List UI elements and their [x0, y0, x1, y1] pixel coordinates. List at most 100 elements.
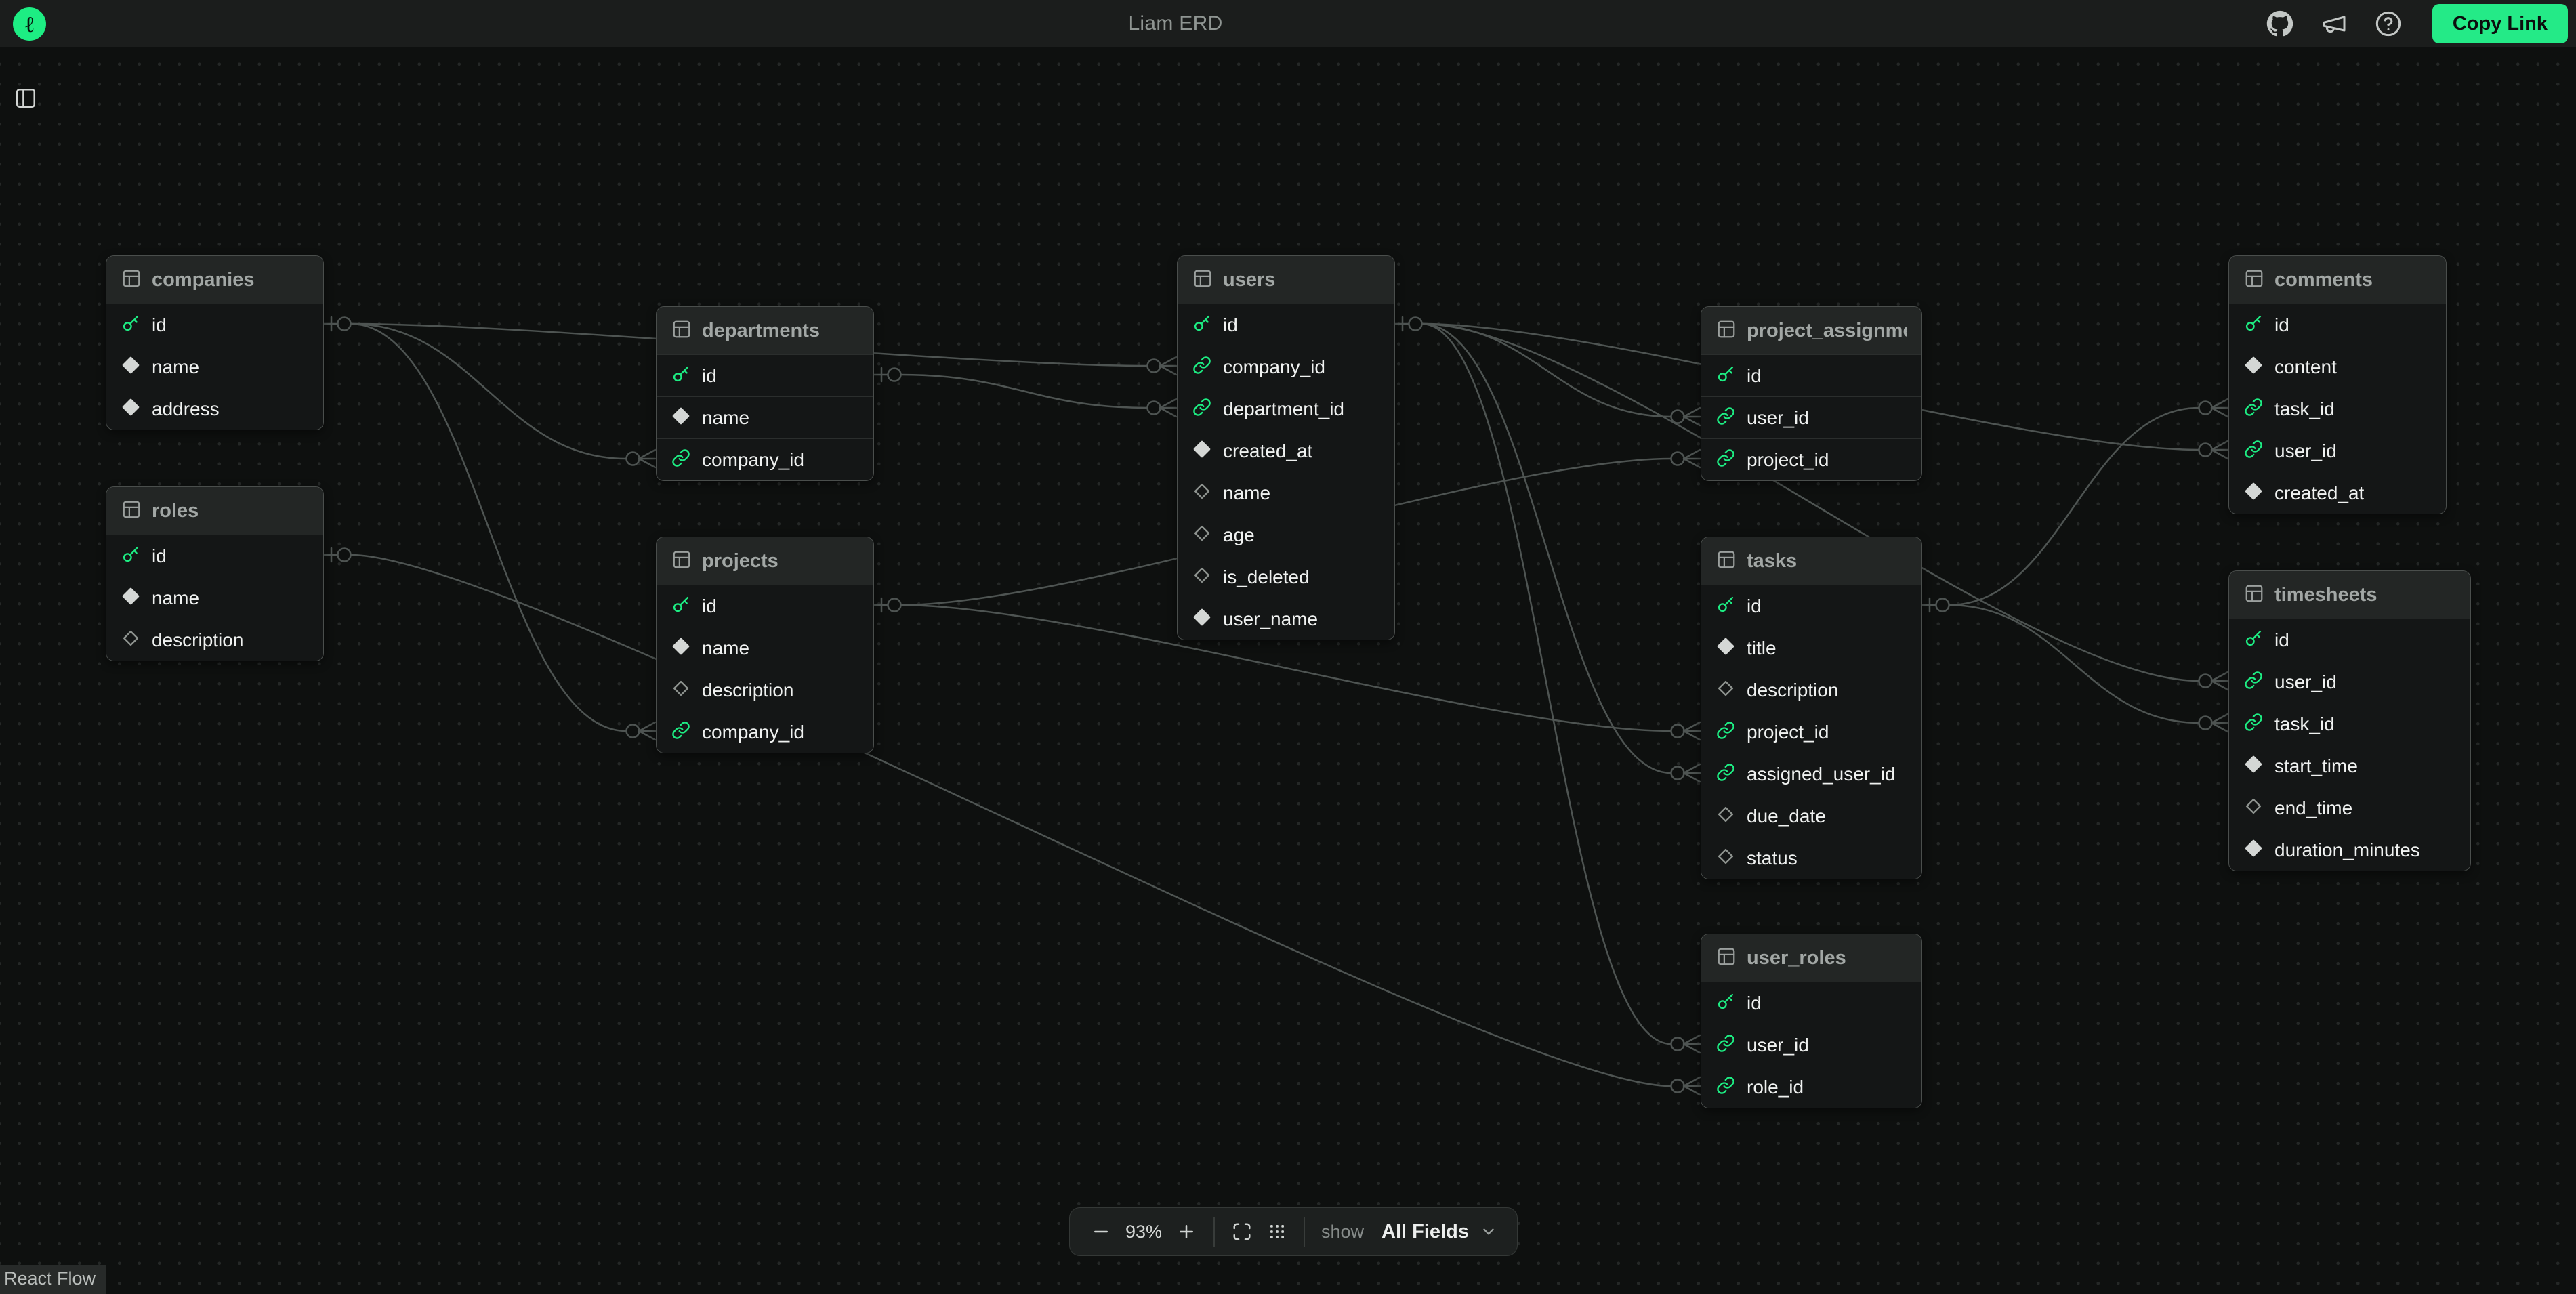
field-row-roles-description[interactable]: description: [106, 619, 323, 661]
field-row-timesheets-task_id[interactable]: task_id: [2229, 703, 2470, 745]
table-users[interactable]: usersidcompany_iddepartment_idcreated_at…: [1177, 255, 1395, 640]
field-row-timesheets-duration_minutes[interactable]: duration_minutes: [2229, 829, 2470, 871]
field-row-departments-id[interactable]: id: [657, 354, 873, 396]
field-row-timesheets-id[interactable]: id: [2229, 619, 2470, 661]
field-row-timesheets-user_id[interactable]: user_id: [2229, 661, 2470, 703]
field-name: company_id: [702, 722, 804, 743]
table-roles[interactable]: rolesidnamedescription: [106, 486, 324, 661]
table-header[interactable]: timesheets: [2229, 571, 2470, 619]
field-row-users-name[interactable]: name: [1178, 472, 1394, 514]
not-null-icon: [1716, 637, 1735, 659]
field-row-tasks-project_id[interactable]: project_id: [1701, 711, 1921, 753]
primary-key-icon: [2244, 314, 2263, 336]
table-title: companies: [152, 269, 255, 291]
diagram-canvas[interactable]: [0, 47, 2576, 1294]
table-comments[interactable]: commentsidcontenttask_iduser_idcreated_a…: [2228, 255, 2447, 514]
copy-link-button[interactable]: Copy Link: [2432, 4, 2568, 43]
help-icon[interactable]: [2373, 8, 2404, 39]
foreign-key-icon: [2244, 671, 2263, 693]
field-row-comments-id[interactable]: id: [2229, 304, 2446, 346]
nullable-icon: [1716, 679, 1735, 701]
field-row-project_assignments-project_id[interactable]: project_id: [1701, 438, 1921, 480]
field-row-users-company_id[interactable]: company_id: [1178, 346, 1394, 388]
table-header[interactable]: comments: [2229, 256, 2446, 304]
react-flow-attribution[interactable]: React Flow: [0, 1265, 106, 1294]
field-name: project_id: [1747, 722, 1829, 743]
field-row-comments-created_at[interactable]: created_at: [2229, 472, 2446, 514]
field-name: id: [2274, 629, 2289, 651]
not-null-icon: [2244, 482, 2263, 504]
tidy-up-icon[interactable]: [1262, 1217, 1292, 1247]
table-icon: [1716, 549, 1737, 573]
field-row-comments-task_id[interactable]: task_id: [2229, 388, 2446, 430]
zoom-out-button[interactable]: [1086, 1217, 1116, 1247]
table-project_assignments[interactable]: project_assignme...id user_id project_id: [1701, 306, 1922, 481]
field-name: user_id: [1747, 407, 1809, 429]
field-row-user_roles-role_id[interactable]: role_id: [1701, 1066, 1921, 1108]
field-row-tasks-title[interactable]: title: [1701, 627, 1921, 669]
erd-app: companiesidnameaddressrolesidnamedescrip…: [0, 0, 2576, 1294]
field-row-roles-name[interactable]: name: [106, 577, 323, 619]
field-row-timesheets-start_time[interactable]: start_time: [2229, 745, 2470, 787]
field-row-companies-address[interactable]: address: [106, 388, 323, 430]
foreign-key-icon: [2244, 398, 2263, 420]
field-row-tasks-id[interactable]: id: [1701, 585, 1921, 627]
table-companies[interactable]: companies idnameaddress: [106, 255, 324, 430]
megaphone-icon[interactable]: [2319, 8, 2350, 39]
field-row-project_assignments-user_id[interactable]: user_id: [1701, 396, 1921, 438]
field-row-tasks-status[interactable]: status: [1701, 837, 1921, 879]
field-row-projects-name[interactable]: name: [657, 627, 873, 669]
field-row-users-id[interactable]: id: [1178, 304, 1394, 346]
fields-mode-dropdown[interactable]: All Fields: [1382, 1221, 1497, 1243]
sidebar-toggle-icon[interactable]: [10, 83, 41, 114]
table-header[interactable]: departments: [657, 307, 873, 354]
table-title: project_assignme...: [1747, 320, 1907, 342]
table-header[interactable]: companies: [106, 256, 323, 304]
field-row-companies-name[interactable]: name: [106, 346, 323, 388]
field-row-projects-id[interactable]: id: [657, 585, 873, 627]
field-row-tasks-due_date[interactable]: due_date: [1701, 795, 1921, 837]
field-row-users-user_name[interactable]: user_name: [1178, 598, 1394, 640]
primary-key-icon: [1192, 314, 1211, 336]
field-row-users-is_deleted[interactable]: is_deleted: [1178, 556, 1394, 598]
field-row-departments-name[interactable]: name: [657, 396, 873, 438]
field-row-users-created_at[interactable]: created_at: [1178, 430, 1394, 472]
field-row-project_assignments-id[interactable]: id: [1701, 354, 1921, 396]
not-null-icon: [2244, 839, 2263, 861]
field-row-departments-company_id[interactable]: company_id: [657, 438, 873, 480]
table-title: tasks: [1747, 550, 1797, 572]
field-name: task_id: [2274, 713, 2335, 735]
field-row-roles-id[interactable]: id: [106, 535, 323, 577]
liam-logo[interactable]: ℓ: [13, 7, 46, 41]
table-header[interactable]: tasks: [1701, 537, 1921, 585]
field-row-comments-user_id[interactable]: user_id: [2229, 430, 2446, 472]
table-header[interactable]: projects: [657, 537, 873, 585]
github-icon[interactable]: [2264, 8, 2295, 39]
field-row-users-department_id[interactable]: department_id: [1178, 388, 1394, 430]
field-row-projects-description[interactable]: description: [657, 669, 873, 711]
table-header[interactable]: roles: [106, 487, 323, 535]
field-row-projects-company_id[interactable]: company_id: [657, 711, 873, 753]
fit-view-icon[interactable]: [1227, 1217, 1257, 1247]
table-header[interactable]: user_roles: [1701, 934, 1921, 982]
field-row-companies-id[interactable]: id: [106, 304, 323, 346]
chevron-down-icon: [1480, 1223, 1497, 1240]
field-row-tasks-assigned_user_id[interactable]: assigned_user_id: [1701, 753, 1921, 795]
field-row-user_roles-id[interactable]: id: [1701, 982, 1921, 1024]
field-row-tasks-description[interactable]: description: [1701, 669, 1921, 711]
field-row-comments-content[interactable]: content: [2229, 346, 2446, 388]
field-row-users-age[interactable]: age: [1178, 514, 1394, 556]
table-header[interactable]: users: [1178, 256, 1394, 304]
not-null-icon: [121, 398, 140, 420]
primary-key-icon: [1716, 992, 1735, 1014]
table-user_roles[interactable]: user_rolesiduser_idrole_id: [1701, 934, 1922, 1108]
zoom-in-button[interactable]: [1171, 1217, 1201, 1247]
table-tasks[interactable]: tasks idtitledescription project_idassigne…: [1701, 537, 1922, 879]
field-row-user_roles-user_id[interactable]: user_id: [1701, 1024, 1921, 1066]
table-departments[interactable]: departmentsidnamecompany_id: [656, 306, 874, 481]
nullable-icon: [1192, 524, 1211, 546]
table-header[interactable]: project_assignme...: [1701, 307, 1921, 354]
table-timesheets[interactable]: timesheets id user_id task_id start_timeend_…: [2228, 570, 2471, 871]
table-projects[interactable]: projectsidnamedescription company_id: [656, 537, 874, 753]
field-row-timesheets-end_time[interactable]: end_time: [2229, 787, 2470, 829]
